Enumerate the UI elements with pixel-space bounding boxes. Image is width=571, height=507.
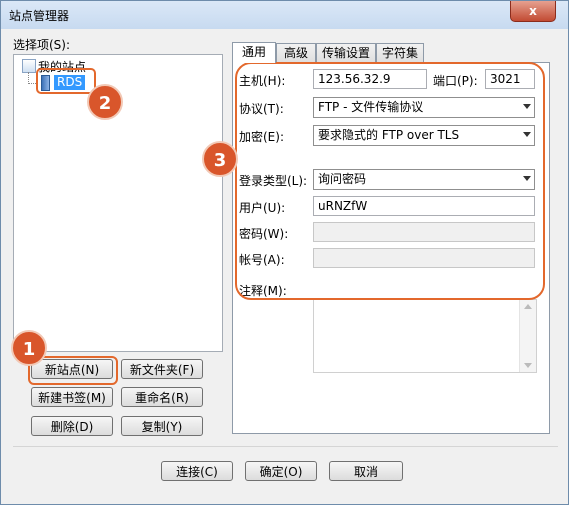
tab-charset[interactable]: 字符集 [376, 43, 424, 63]
computer-icon [22, 59, 36, 73]
site-manager-window: 站点管理器 x 选择项(S): 我的站点 RDS 新站点(N) 新文件夹(F) … [0, 0, 569, 505]
delete-button[interactable]: 删除(D) [31, 416, 113, 436]
scroll-up-icon[interactable] [524, 304, 532, 309]
tab-general[interactable]: 通用 [232, 42, 276, 63]
copy-button[interactable]: 复制(Y) [121, 416, 203, 436]
step-badge-1: 1 [11, 330, 47, 366]
new-bookmark-button[interactable]: 新建书签(M) [31, 387, 113, 407]
settings-highlight [235, 62, 545, 300]
step-badge-2: 2 [87, 84, 123, 120]
footer-divider [13, 446, 558, 447]
title-bar: 站点管理器 x [1, 1, 568, 29]
notes-textarea[interactable] [313, 299, 537, 373]
select-entry-label: 选择项(S): [13, 38, 71, 52]
cancel-button[interactable]: 取消 [329, 461, 403, 481]
close-icon: x [529, 4, 537, 18]
scroll-down-icon[interactable] [524, 363, 532, 368]
connect-button[interactable]: 连接(C) [161, 461, 233, 481]
window-title: 站点管理器 [9, 9, 70, 23]
tab-transfer-settings[interactable]: 传输设置 [316, 43, 376, 63]
rename-button[interactable]: 重命名(R) [121, 387, 203, 407]
new-folder-button[interactable]: 新文件夹(F) [121, 359, 203, 379]
step-badge-3: 3 [202, 141, 238, 177]
tree-item-highlight [36, 68, 96, 94]
ok-button[interactable]: 确定(O) [245, 461, 317, 481]
tab-advanced[interactable]: 高级 [276, 43, 316, 63]
notes-scrollbar[interactable] [519, 300, 536, 372]
close-button[interactable]: x [510, 1, 556, 22]
